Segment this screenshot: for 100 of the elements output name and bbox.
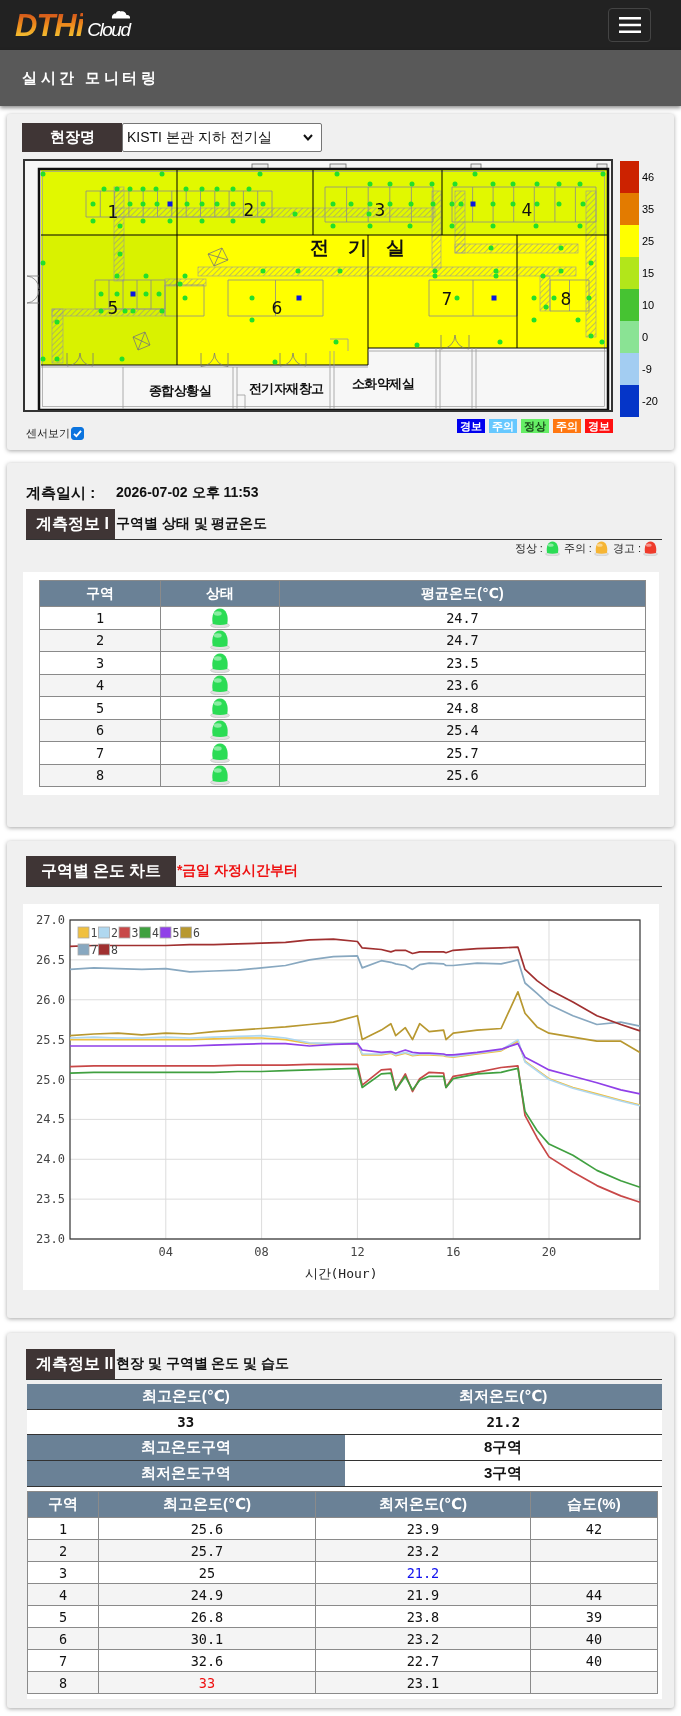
table-cell: 32.6 — [98, 1649, 316, 1672]
sensor-dot-icon — [40, 171, 46, 177]
chart-note: *금일 자정시간부터 — [177, 862, 299, 880]
sensor-dot-icon — [230, 186, 236, 192]
alarm-level-tag: 정상 — [521, 419, 549, 433]
legend-label: 3 — [131, 926, 139, 940]
sensor-dot-icon — [182, 295, 188, 301]
zone-number: 5 — [107, 298, 119, 318]
sensor-dot-icon — [260, 268, 266, 274]
sensor-dot-icon — [387, 181, 393, 187]
sensor-dot-icon — [177, 281, 183, 287]
sensor-dot-icon — [452, 181, 458, 187]
table-cell: 30.1 — [98, 1627, 316, 1650]
table-cell: 6 — [27, 1627, 99, 1650]
scale-label: 46 — [642, 171, 655, 183]
table-cell: 5 — [27, 1605, 99, 1628]
table-cell: 26.8 — [98, 1605, 316, 1628]
table-cell: 24.8 — [279, 696, 646, 719]
sensor-dot-icon — [409, 181, 415, 187]
sensor-dot-icon — [154, 201, 160, 207]
sensor-dot-icon — [490, 201, 496, 207]
table-cell: 33 — [27, 1409, 345, 1435]
table-cell: 2 — [39, 629, 161, 652]
sensor-dot-icon — [159, 308, 165, 314]
column-header: 습도(%) — [530, 1491, 658, 1518]
table-cell: 2 — [27, 1539, 99, 1562]
axis-tick-label: 24.5 — [36, 1112, 65, 1127]
column-header: 최저온도(℃) — [315, 1491, 531, 1518]
sensor-dot-icon — [407, 223, 413, 229]
sensor-dot-icon — [510, 201, 516, 207]
axis-tick-label: 20 — [541, 1245, 557, 1259]
column-header: 구역 — [27, 1491, 99, 1518]
sensor-dot-icon — [330, 223, 336, 229]
table-cell: 23.2 — [315, 1539, 531, 1562]
column-header: 최고온도(℃) — [98, 1491, 316, 1518]
sensor-dot-icon — [90, 218, 96, 224]
sensor-dot-icon — [533, 223, 539, 229]
sensor-dot-icon — [454, 295, 460, 301]
table-cell: 33 — [98, 1671, 316, 1694]
table-cell: 22.7 — [315, 1649, 531, 1672]
sensor-dot-icon — [143, 291, 149, 297]
sensor-dot-icon — [130, 308, 136, 314]
sensor-dot-icon — [119, 356, 125, 362]
sensor-dot-icon — [140, 218, 146, 224]
table-cell: 25.6 — [279, 764, 646, 787]
sensor-dot-icon — [366, 211, 372, 217]
axis-tick-label: 04 — [158, 1245, 173, 1259]
site-select[interactable]: KISTI 본관 지하 전기실 — [122, 123, 322, 152]
sensor-dot-icon — [599, 339, 605, 345]
table-cell: 23.2 — [315, 1627, 531, 1650]
room-label: 전기자재창고 — [248, 380, 324, 396]
legend-label: 1 — [90, 926, 98, 940]
sensor-dot-icon — [575, 317, 581, 323]
room-label: 소화약제실 — [351, 375, 415, 391]
sensor-dot-icon — [367, 181, 373, 187]
room-title: 전 기 실 — [309, 236, 413, 258]
sensor-dot-icon — [214, 186, 220, 192]
sensor-dot-icon — [156, 291, 162, 297]
zone-number: 8 — [560, 289, 572, 309]
sensor-dot-icon — [458, 201, 464, 207]
legend-label: 6 — [193, 926, 200, 940]
legend-label: 8 — [111, 943, 118, 957]
sensor-dot-icon — [488, 245, 494, 251]
axis-tick-label: 26.0 — [36, 992, 65, 1007]
axis-tick-label: 25.0 — [36, 1072, 65, 1087]
sensor-dot-icon — [490, 223, 496, 229]
table-cell: 1 — [27, 1517, 99, 1540]
column-header: 최고온도(℃) — [27, 1384, 345, 1410]
table-cell: 7 — [27, 1649, 99, 1672]
table-cell: 21.2 — [344, 1409, 662, 1435]
column-header: 최저온도(℃) — [344, 1384, 662, 1410]
sensor-dot-icon — [246, 186, 252, 192]
sensor-dot-icon — [98, 291, 104, 297]
sensor-dot-icon — [472, 171, 478, 177]
axis-tick-label: 27.0 — [36, 913, 65, 927]
sensor-dot-icon — [387, 201, 393, 207]
cloud-icon — [111, 10, 132, 19]
axis-tick-label: 08 — [254, 1245, 269, 1259]
table-cell: 5 — [39, 696, 161, 719]
sensor-dot-icon — [543, 304, 549, 310]
scale-label: 35 — [642, 203, 655, 215]
sensor-dot-icon — [127, 201, 133, 207]
sensor-dot-icon — [101, 186, 107, 192]
scale-label: -20 — [642, 395, 658, 407]
status-legend-label: 정상 : — [514, 541, 543, 556]
table-cell: 25.4 — [279, 719, 646, 742]
sensor-checkbox[interactable] — [71, 427, 84, 440]
sensor-dot-icon — [429, 181, 435, 187]
sensor-dot-icon — [54, 319, 60, 325]
sensor-toggle-label: 센서보기 — [26, 426, 70, 441]
menu-button[interactable] — [608, 8, 651, 42]
table-cell: 25 — [98, 1561, 316, 1584]
legend-label: 5 — [172, 926, 180, 940]
scale-label: 0 — [642, 331, 649, 343]
sensor-dot-icon — [230, 201, 236, 207]
sensor-dot-icon — [295, 268, 301, 274]
zone-number: 1 — [107, 202, 119, 222]
site-label: 현장명 — [22, 123, 122, 152]
table-cell: 1 — [39, 606, 161, 629]
section-heading: 계측정보 II — [26, 1349, 115, 1379]
